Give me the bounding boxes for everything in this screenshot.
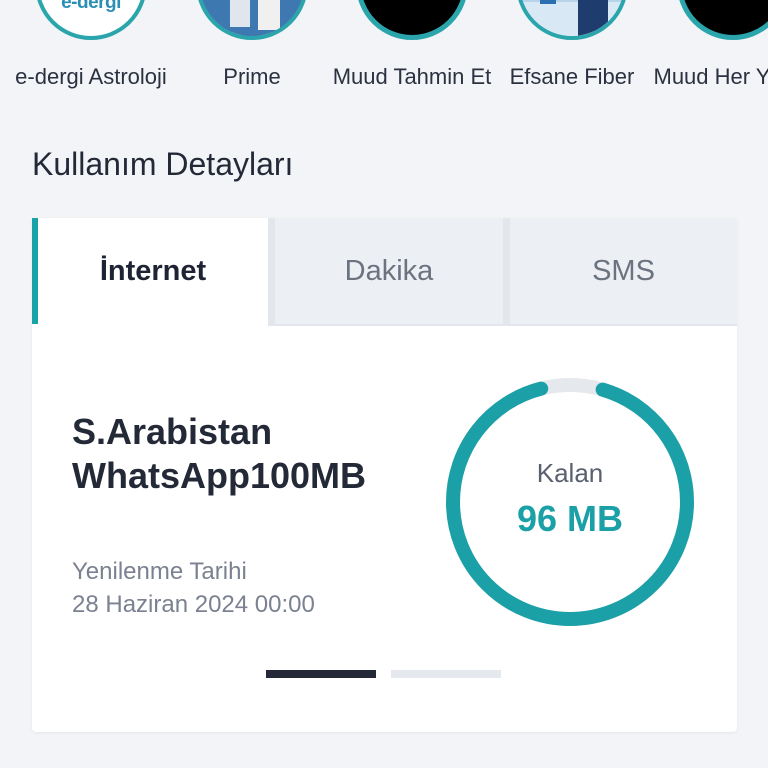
muud-avatar[interactable]: [677, 0, 768, 40]
tab-internet[interactable]: İnternet: [32, 218, 268, 324]
usage-tabs: İnternet Dakika SMS: [32, 218, 737, 326]
story-label: e-dergi Astroloji: [15, 64, 167, 89]
e-dergi-logo-avatar[interactable]: e-dergi: [35, 0, 147, 40]
story-label: Muud Her Yerde: [653, 64, 768, 89]
package-name: S.Arabistan WhatsApp100MB: [72, 411, 367, 496]
prime-avatar[interactable]: [196, 0, 308, 40]
pager-indicator[interactable]: [391, 670, 501, 678]
tab-underline: [268, 324, 737, 326]
prime-thumbnail-image: [200, 0, 304, 36]
usage-card: İnternet Dakika SMS S.Arabistan WhatsApp…: [32, 218, 737, 732]
pager-indicator-active[interactable]: [266, 670, 376, 678]
renewal-label: Yenilenme Tarihi: [72, 558, 247, 585]
remaining-value: 96 MB: [516, 498, 624, 539]
tab-divider: [268, 218, 275, 326]
tab-divider: [503, 218, 510, 326]
e-dergi-logo: e-dergi: [61, 0, 121, 13]
stories-row: e-dergi e-dergi Astroloji Prime Muud Tah…: [0, 0, 768, 130]
remaining-label: Kalan: [536, 458, 604, 488]
fiber-thumbnail-image: [520, 0, 624, 36]
section-title: Kullanım Detayları: [32, 146, 294, 182]
story-label: Efsane Fiber: [509, 64, 635, 89]
efsane-fiber-avatar[interactable]: [516, 0, 628, 40]
tab-sms[interactable]: SMS: [510, 218, 737, 324]
renewal-date: 28 Haziran 2024 00:00: [72, 591, 315, 618]
story-label: Prime: [223, 64, 281, 89]
story-label: Muud Tahmin Et: [332, 64, 492, 89]
tab-dakika[interactable]: Dakika: [275, 218, 503, 324]
muud-avatar[interactable]: [356, 0, 468, 40]
